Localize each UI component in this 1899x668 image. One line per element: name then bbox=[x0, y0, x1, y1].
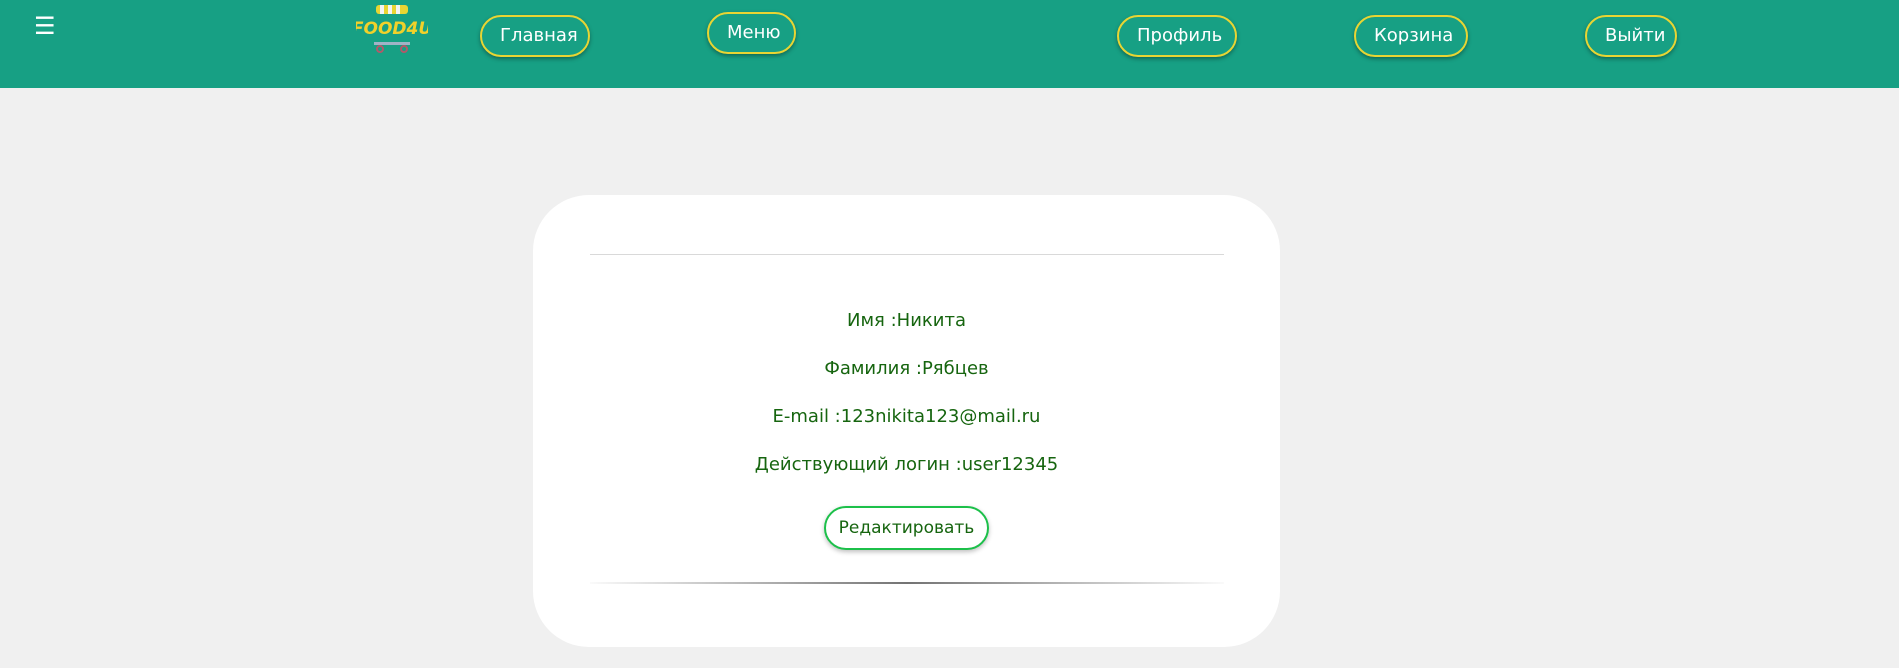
nav-logout-button[interactable]: Выйти bbox=[1585, 15, 1677, 57]
hamburger-icon[interactable]: ☰ bbox=[34, 12, 56, 40]
nav-profile-button[interactable]: Профиль bbox=[1117, 15, 1237, 57]
nav-cart-button[interactable]: Корзина bbox=[1354, 15, 1468, 57]
svg-text:FOOD4U: FOOD4U bbox=[356, 19, 428, 39]
top-divider bbox=[590, 254, 1224, 255]
profile-surname: Фамилия :Рябцев bbox=[824, 358, 989, 379]
profile-email: E-mail :123nikita123@mail.ru bbox=[772, 406, 1041, 427]
profile-card: Имя :Никита Фамилия :Рябцев E-mail :123n… bbox=[533, 195, 1280, 647]
nav-home-button[interactable]: Главная bbox=[480, 15, 590, 57]
top-navbar: ☰ FOOD4U Главная Меню Профиль Корзина Вы… bbox=[0, 0, 1899, 88]
nav-menu-button[interactable]: Меню bbox=[707, 12, 796, 54]
food4u-logo[interactable]: FOOD4U bbox=[352, 4, 432, 56]
profile-name: Имя :Никита bbox=[847, 310, 966, 331]
food-cart-icon: FOOD4U bbox=[352, 5, 432, 53]
bottom-divider bbox=[590, 582, 1224, 584]
edit-profile-button[interactable]: Редактировать bbox=[824, 506, 989, 550]
profile-login: Действующий логин :user12345 bbox=[754, 454, 1059, 475]
